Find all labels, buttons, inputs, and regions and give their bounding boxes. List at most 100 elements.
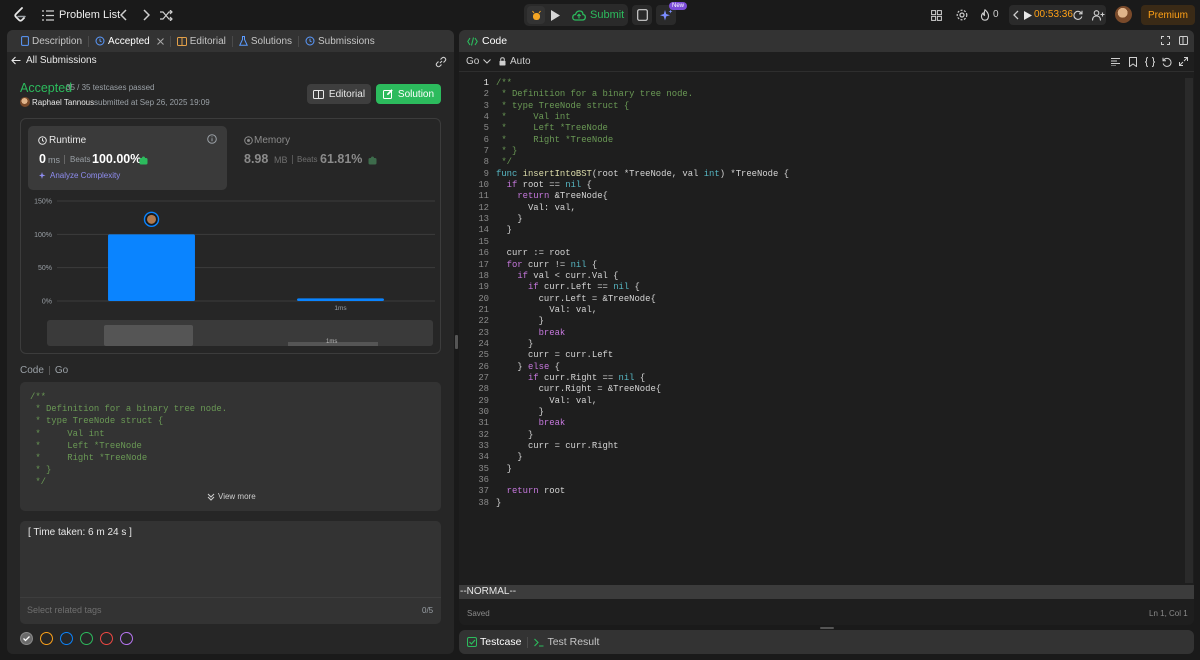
code-line: Val: val, <box>496 203 1186 214</box>
author-avatar[interactable] <box>20 97 30 107</box>
tab-solutions[interactable]: Solutions <box>233 30 298 52</box>
tab-testcase[interactable]: Testcase <box>467 630 527 654</box>
code-line: /** <box>496 78 1186 89</box>
solution-button[interactable]: Solution <box>376 84 441 104</box>
color-green[interactable] <box>80 632 93 645</box>
share-link-icon[interactable] <box>435 56 447 68</box>
color-gray-selected[interactable] <box>20 632 33 645</box>
premium-label: Premium <box>1147 9 1188 21</box>
user-avatar-face <box>147 214 156 224</box>
user-avatar-icon[interactable] <box>1115 6 1132 23</box>
code-token: { <box>549 361 560 372</box>
divider <box>20 597 441 598</box>
debug-icon[interactable] <box>527 6 545 24</box>
panel-resize-handle[interactable] <box>455 335 458 349</box>
code-line: curr = curr.Right <box>496 441 1186 452</box>
tab-description[interactable]: Description <box>15 30 88 52</box>
next-problem-icon[interactable] <box>140 8 152 22</box>
leetcode-logo-icon[interactable] <box>12 7 28 23</box>
tab-description-label: Description <box>32 35 83 47</box>
braces-icon[interactable] <box>1145 57 1155 67</box>
timer-collapse-icon[interactable] <box>1012 9 1020 21</box>
code-editor[interactable]: 1 2 3 4 5 6 7 8 9 10 11 12 13 14 15 16 17 18 19 20 21 22 23 24 2… <box>459 78 1194 583</box>
horizontal-resize-handle[interactable] <box>820 627 834 629</box>
info-icon[interactable] <box>207 134 217 144</box>
format-icon[interactable] <box>1111 58 1120 66</box>
code-token: * type TreeNode struct { <box>496 100 630 111</box>
problem-list-link[interactable]: Problem List <box>59 9 120 21</box>
editorial-button[interactable]: Editorial <box>307 84 371 104</box>
color-purple[interactable] <box>120 632 133 645</box>
layout-grid-icon[interactable] <box>930 9 942 21</box>
settings-gear-icon[interactable] <box>955 8 969 22</box>
notes-icon[interactable] <box>632 5 652 25</box>
submit-button[interactable]: Submit <box>568 6 626 24</box>
close-tab-icon[interactable] <box>156 37 164 45</box>
run-icon[interactable] <box>549 8 561 22</box>
testcase-label: Testcase <box>480 636 522 648</box>
bookmark-icon[interactable] <box>1129 57 1137 67</box>
color-blue[interactable] <box>60 632 73 645</box>
color-red[interactable] <box>100 632 113 645</box>
author-name[interactable]: Raphael Tannous <box>32 98 94 107</box>
memory-value: 8.98 <box>244 152 269 166</box>
line-number: 5 <box>483 123 489 134</box>
code-token: curr != <box>522 259 571 270</box>
timer-play-icon[interactable] <box>1023 10 1032 20</box>
runtime-card[interactable]: Runtime 0 ms Beats 100.00% Analyze Compl… <box>28 126 227 190</box>
beats-badge-icon <box>139 156 148 165</box>
chart-range-minimap[interactable]: 1ms <box>47 320 433 346</box>
tab-editorial[interactable]: Editorial <box>171 30 232 52</box>
auto-label: Auto <box>510 56 531 67</box>
language-select[interactable]: Go <box>466 56 492 67</box>
line-number: 16 <box>478 248 489 259</box>
streak-flame-icon[interactable] <box>979 8 991 22</box>
expand-icon[interactable] <box>1179 57 1188 66</box>
list-icon[interactable] <box>42 9 54 21</box>
tags-select[interactable]: Select related tags <box>27 605 102 615</box>
code-line: return root <box>496 486 1186 497</box>
analyze-complexity-link[interactable]: Analyze Complexity <box>39 171 120 180</box>
notes-text[interactable]: [ Time taken: 6 m 24 s ] <box>28 527 132 538</box>
reset-code-icon[interactable] <box>1162 57 1172 67</box>
code-line: curr.Left = &TreeNode{ <box>496 294 1186 305</box>
code-token: { <box>586 259 598 270</box>
notes-box[interactable]: [ Time taken: 6 m 24 s ] Select related … <box>20 521 441 624</box>
line-number: 12 <box>478 202 489 213</box>
shuffle-icon[interactable] <box>159 8 173 22</box>
minimap-window[interactable] <box>104 325 193 346</box>
tab-solutions-label: Solutions <box>250 35 293 47</box>
code-line: } <box>496 407 1186 418</box>
timer-reset-icon[interactable] <box>1072 9 1083 20</box>
code-line: } <box>496 225 1186 236</box>
prev-problem-icon[interactable] <box>118 8 130 22</box>
line-number: 24 <box>478 338 489 349</box>
code-token: } <box>496 338 534 349</box>
view-more-button[interactable]: View more <box>207 492 256 501</box>
line-number: 22 <box>478 316 489 327</box>
code-line: * Definition for a binary tree node. <box>496 89 1186 100</box>
memory-beats-label: Beats <box>297 155 318 164</box>
back-to-submissions[interactable]: All Submissions <box>11 55 97 66</box>
code-token: break <box>538 418 566 429</box>
code-label: Code <box>20 365 44 376</box>
edit-pencil-icon <box>382 89 393 99</box>
fullscreen-icon[interactable] <box>1161 36 1170 45</box>
code-token: Val: val, <box>496 304 598 315</box>
auto-mode-toggle[interactable]: Auto <box>499 56 531 67</box>
memory-card[interactable]: Memory 8.98 MB Beats 61.81% <box>234 126 433 190</box>
tab-test-result[interactable]: Test Result <box>528 630 605 654</box>
minimize-icon[interactable] <box>1179 36 1188 45</box>
add-user-icon[interactable] <box>1091 8 1105 22</box>
editor-scrollbar[interactable] <box>1185 78 1193 583</box>
premium-button[interactable]: Premium <box>1141 5 1195 25</box>
color-orange[interactable] <box>40 632 53 645</box>
code-preview[interactable]: /** * Definition for a binary tree node.… <box>20 382 441 511</box>
code-text-area[interactable]: /** * Definition for a binary tree node.… <box>496 78 1186 509</box>
vim-status-line: --NORMAL-- <box>459 585 1194 599</box>
tab-editorial-label: Editorial <box>189 35 226 47</box>
tab-accepted[interactable]: Accepted <box>89 30 170 52</box>
tab-submissions[interactable]: Submissions <box>299 30 381 52</box>
